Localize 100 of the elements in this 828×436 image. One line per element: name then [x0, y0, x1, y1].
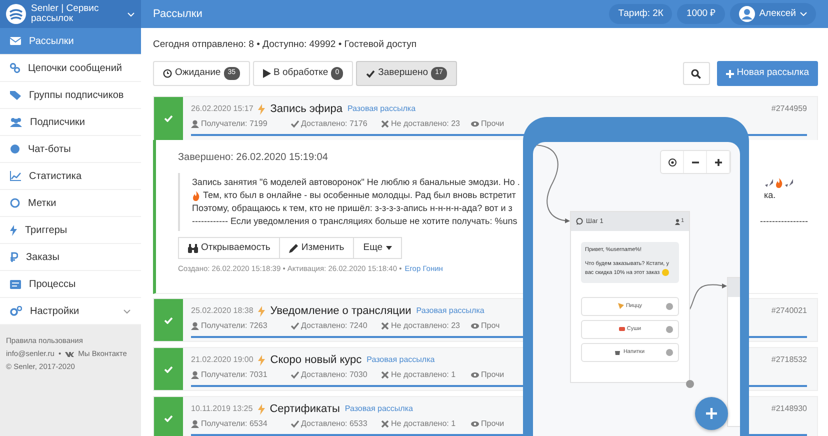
not-delivered-count: Не доставлено: 23	[391, 321, 460, 331]
mailing-date: 21.02.2020 19:00	[191, 354, 254, 366]
mailing-number: #2148930	[771, 403, 807, 415]
message-line: Тем, кто был в онлайне - вы особенные молодцы. Рад был вновь встретит	[203, 189, 516, 202]
chevron-down-icon[interactable]	[127, 12, 135, 16]
sidebar-item[interactable]: Чат-боты	[0, 136, 141, 163]
rocket-icon	[764, 178, 774, 188]
chevron-down-icon	[800, 12, 807, 16]
connector-dot	[666, 302, 673, 310]
balance-badge[interactable]: 1000 ₽	[677, 4, 726, 24]
delivered-count: Доставлено: 7030	[301, 370, 368, 380]
recipients-count: Получатели: 7263	[201, 321, 268, 331]
sidebar-item[interactable]: Группы подписчиков	[0, 82, 141, 109]
play-icon	[262, 69, 271, 78]
logo-icon	[6, 4, 26, 24]
mailing-date: 26.02.2020 15:17	[191, 103, 254, 115]
sidebar-item[interactable]: Процессы	[0, 271, 141, 298]
flame-icon	[775, 178, 783, 188]
search-button[interactable]	[682, 62, 710, 85]
summary-text: Сегодня отправлено: 8 • Доступно: 49992 • Гостевой доступ	[153, 39, 418, 51]
cross-icon	[381, 420, 389, 428]
circle-icon	[10, 198, 20, 208]
sidebar-item[interactable]: Цепочки сообщений	[0, 55, 141, 82]
user-icon	[191, 371, 199, 379]
vk-icon	[65, 350, 74, 357]
user-icon	[191, 322, 199, 330]
connector-dot	[666, 326, 673, 333]
sidebar-item[interactable]: Метки	[0, 190, 141, 217]
connector-dot	[666, 348, 673, 356]
caret-icon	[386, 246, 392, 250]
check-icon	[291, 420, 299, 428]
page-title: Рассылки	[153, 6, 204, 22]
message-line: ка.	[764, 189, 776, 202]
target-icon	[668, 158, 676, 166]
bolt-icon	[258, 404, 265, 414]
message-line: ----------------	[760, 215, 808, 228]
message-line: ------------ Если уведомления о трансляциях больше не хотите получать: %uns	[192, 215, 518, 228]
sidebar-item[interactable]: Подписчики	[0, 109, 141, 136]
sidebar-item[interactable]: Заказы	[0, 244, 141, 271]
chevron-down-icon	[123, 308, 131, 314]
message-line: Запись занятия "6 моделей автоворонок" Не люблю я банальные эмодзи. Но .	[192, 176, 520, 189]
not-delivered-count: Не доставлено: 1	[391, 370, 456, 380]
clock-icon	[163, 69, 172, 78]
sidebar-item[interactable]: Настройки	[0, 298, 141, 325]
new-mailing-button[interactable]: Новая рассылка	[716, 61, 818, 86]
mailing-date: 25.02.2020 18:38	[191, 305, 254, 317]
not-delivered-count: Не доставлено: 1	[391, 419, 456, 429]
cup-icon	[615, 349, 622, 356]
user-icon	[191, 420, 199, 428]
chart-icon	[10, 171, 21, 181]
mailing-title: Уведомление о трансляции	[270, 304, 412, 319]
connector-dot	[686, 380, 694, 388]
bolt-icon	[258, 104, 266, 114]
link-icon	[10, 63, 20, 73]
envelope-icon	[10, 37, 21, 45]
pencil-icon	[289, 244, 298, 252]
cross-icon	[381, 322, 389, 330]
bolt-icon	[10, 224, 17, 236]
delivered-count: Доставлено: 7176	[301, 119, 368, 129]
mailing-number: #2718532	[771, 354, 807, 366]
sushi-icon	[618, 326, 625, 332]
user-icon	[191, 120, 199, 128]
mailing-title: Скоро новый курс	[270, 352, 362, 368]
plus-icon	[714, 158, 722, 166]
action-button[interactable]: Еще	[353, 237, 402, 259]
check-icon	[291, 371, 299, 379]
binoculars-icon	[188, 244, 198, 252]
read-count: Прочи	[481, 370, 504, 380]
sidebar-item[interactable]: Рассылки	[0, 28, 141, 55]
action-button[interactable]: Открываемость	[178, 237, 280, 259]
mailing-title: Запись эфира	[270, 102, 342, 117]
read-count: Прочи	[481, 119, 504, 129]
bolt-icon	[258, 354, 266, 366]
chat-icon	[576, 218, 583, 225]
sidebar-item[interactable]: Триггеры	[0, 217, 141, 244]
not-delivered-count: Не доставлено: 23	[391, 119, 460, 129]
flame-icon	[192, 190, 200, 200]
cross-icon	[381, 120, 389, 128]
recipients-count: Получатели: 7199	[201, 119, 268, 129]
mailing-number: #2740021	[771, 305, 807, 317]
check-icon	[164, 366, 173, 372]
smiley-icon	[662, 268, 669, 276]
read-count: Прочи	[481, 419, 504, 429]
add-button[interactable]	[695, 397, 728, 430]
users-icon	[10, 117, 22, 127]
plus-icon	[726, 70, 734, 78]
eye-icon	[471, 322, 479, 330]
plus-icon	[706, 408, 717, 419]
message-line: Поэтому, обращаюсь к тем, кто не пришёл: з-з-з-з-апись н-н-н-н-ада? вот и з	[192, 202, 512, 215]
search-icon	[691, 68, 702, 78]
recipients-count: Получатели: 7031	[201, 370, 268, 380]
bolt-icon	[258, 306, 266, 316]
check-icon	[164, 414, 173, 422]
mailing-number: #2744959	[771, 103, 807, 115]
user-menu[interactable]: Алексей	[730, 3, 816, 25]
delivered-count: Доставлено: 6533	[301, 419, 368, 429]
action-button[interactable]: Изменить	[279, 237, 354, 259]
tariff-badge[interactable]: Тариф: 2К	[609, 4, 672, 24]
check-icon	[164, 316, 173, 324]
sidebar-item[interactable]: Статистика	[0, 163, 141, 190]
